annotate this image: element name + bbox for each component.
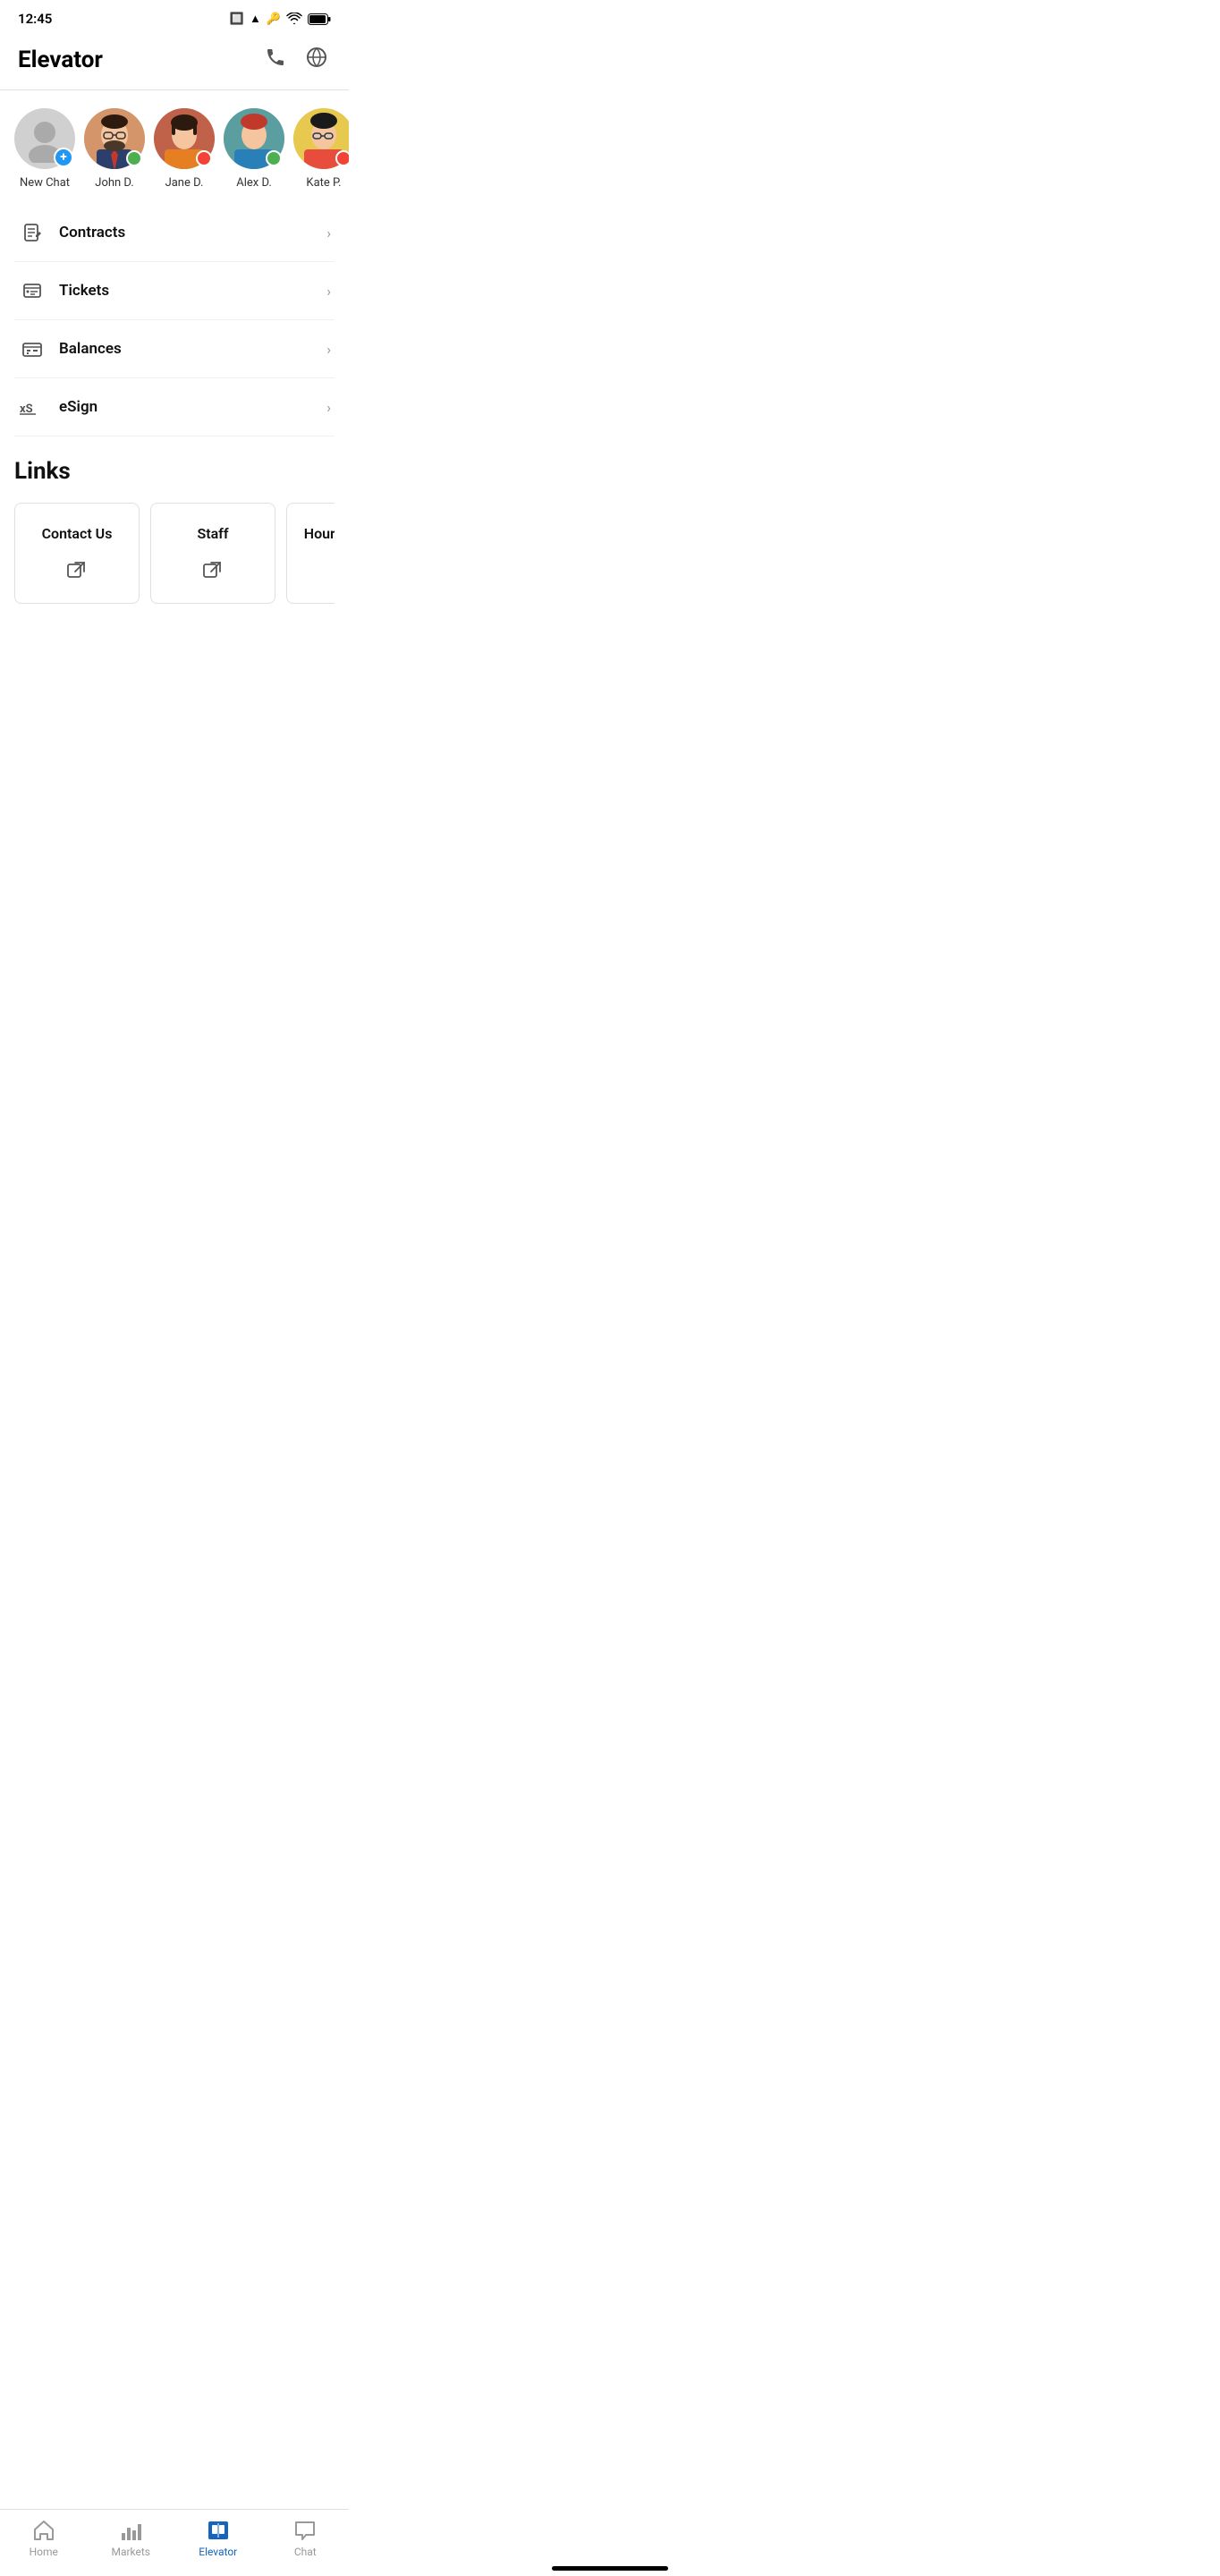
- nav-item-chat[interactable]: Chat: [278, 2519, 332, 2558]
- avatar-wrapper-john: [84, 108, 145, 169]
- avatar-wrapper-kate: [293, 108, 349, 169]
- balances-icon: [18, 335, 47, 363]
- home-indicator: [552, 2566, 668, 2571]
- alert-icon: ▲: [250, 12, 261, 26]
- menu-list: Contracts › Tickets ›: [0, 204, 349, 436]
- external-link-icon-staff: [203, 560, 223, 585]
- link-card-staff[interactable]: Staff: [150, 503, 275, 604]
- contact-name-john: John D.: [95, 176, 133, 190]
- links-section: Links Contact Us Staff: [0, 436, 349, 618]
- status-dot-kate: [335, 150, 349, 166]
- contracts-label: Contracts: [59, 224, 326, 242]
- status-bar: 12:45 🔲 ▲ 🔑: [0, 0, 349, 34]
- header: Elevator: [0, 34, 349, 89]
- sim-icon: 🔲: [230, 13, 244, 26]
- status-dot-alex: [266, 150, 282, 166]
- esign-chevron: ›: [326, 399, 331, 416]
- status-time: 12:45: [18, 11, 52, 27]
- tickets-label: Tickets: [59, 282, 326, 300]
- status-icons: 🔲 ▲ 🔑: [230, 12, 331, 26]
- contact-alex[interactable]: Alex D.: [222, 108, 286, 190]
- nav-item-home[interactable]: Home: [17, 2519, 71, 2558]
- phone-button[interactable]: [261, 43, 290, 77]
- balances-chevron: ›: [326, 341, 331, 358]
- contact-john[interactable]: John D.: [82, 108, 147, 190]
- chat-icon: [293, 2519, 317, 2542]
- link-card-contact-us[interactable]: Contact Us: [14, 503, 140, 604]
- balances-label: Balances: [59, 340, 326, 358]
- elevator-icon: [207, 2519, 230, 2542]
- tickets-icon: [18, 276, 47, 305]
- status-dot-john: [126, 150, 142, 166]
- contact-name-jane: Jane D.: [165, 176, 204, 190]
- link-card-hours-exam[interactable]: Hours Exam...: [286, 503, 335, 604]
- contacts-row: + New Chat: [0, 97, 349, 204]
- avatar-wrapper-new-chat: +: [14, 108, 75, 169]
- nav-item-elevator[interactable]: Elevator: [191, 2519, 245, 2558]
- tickets-chevron: ›: [326, 283, 331, 300]
- menu-item-esign[interactable]: xS eSign ›: [14, 378, 335, 436]
- battery-icon: [308, 13, 331, 25]
- header-actions: [261, 43, 331, 77]
- wifi-icon: [286, 13, 302, 25]
- contact-new-chat[interactable]: + New Chat: [13, 108, 77, 190]
- page-content: + New Chat: [0, 97, 349, 708]
- nav-label-home: Home: [30, 2546, 58, 2558]
- avatar-wrapper-alex: [224, 108, 284, 169]
- nav-label-chat: Chat: [294, 2546, 317, 2558]
- contracts-icon: [18, 218, 47, 247]
- links-title: Links: [14, 458, 335, 485]
- home-icon: [32, 2519, 55, 2542]
- link-contact-us-label: Contact Us: [42, 525, 113, 542]
- contracts-chevron: ›: [326, 225, 331, 242]
- nav-label-markets: Markets: [111, 2546, 150, 2558]
- menu-item-contracts[interactable]: Contracts ›: [14, 204, 335, 262]
- contact-name-alex: Alex D.: [236, 176, 272, 190]
- phone-icon: [265, 47, 286, 68]
- nav-label-elevator: Elevator: [199, 2546, 237, 2558]
- links-grid: Contact Us Staff: [14, 503, 335, 604]
- avatar-wrapper-jane: [154, 108, 215, 169]
- contact-jane[interactable]: Jane D.: [152, 108, 216, 190]
- app-title: Elevator: [18, 47, 103, 73]
- key-icon: 🔑: [267, 13, 281, 26]
- esign-icon: xS: [18, 393, 47, 421]
- external-link-icon-contact-us: [67, 560, 87, 585]
- markets-icon: [119, 2519, 142, 2542]
- home-indicator-wrapper: [0, 2561, 1220, 2571]
- contact-name-kate: Kate P.: [306, 176, 341, 190]
- globe-button[interactable]: [302, 43, 331, 77]
- contact-name-new-chat: New Chat: [20, 176, 70, 190]
- link-staff-label: Staff: [197, 525, 228, 542]
- nav-item-markets[interactable]: Markets: [104, 2519, 157, 2558]
- menu-item-tickets[interactable]: Tickets ›: [14, 262, 335, 320]
- menu-item-balances[interactable]: Balances ›: [14, 320, 335, 378]
- esign-label: eSign: [59, 398, 326, 416]
- globe-icon: [306, 47, 327, 68]
- new-chat-badge: +: [54, 148, 73, 167]
- contact-kate[interactable]: Kate P.: [292, 108, 349, 190]
- link-hours-exam-label: Hours Exam...: [304, 525, 335, 542]
- header-divider: [0, 89, 349, 90]
- status-dot-jane: [196, 150, 212, 166]
